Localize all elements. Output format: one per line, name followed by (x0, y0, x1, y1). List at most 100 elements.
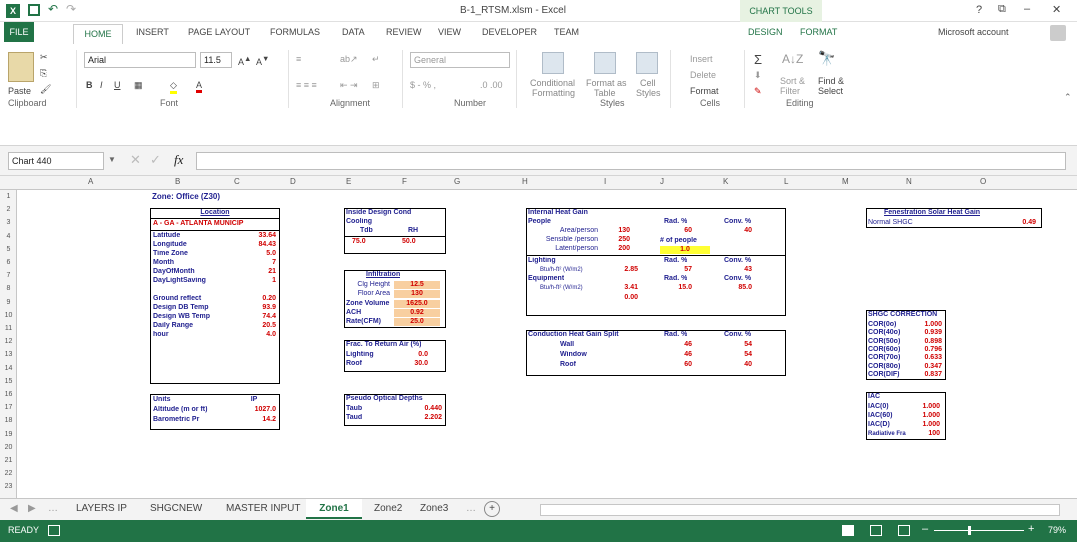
undo-icon[interactable]: ↶ (48, 2, 58, 16)
units-row-value[interactable]: IP (232, 396, 276, 404)
copy-icon[interactable]: ⎘ (40, 68, 47, 79)
row-header[interactable]: 21 (0, 457, 17, 464)
redo-icon[interactable]: ↷ (66, 2, 76, 16)
conduction-conv-value[interactable]: 54 (728, 351, 752, 359)
lighting-conv-value[interactable]: 43 (728, 266, 752, 274)
column-header[interactable]: B (175, 177, 180, 186)
location-row-value[interactable]: 93.9 (240, 304, 276, 312)
return-air-row-value[interactable]: 0.0 (400, 351, 428, 359)
column-header[interactable]: O (980, 177, 986, 186)
row-header[interactable]: 16 (0, 391, 17, 398)
conduction-rad-value[interactable]: 46 (668, 341, 692, 349)
location-row-value[interactable]: 5.0 (240, 250, 276, 258)
row-header[interactable]: 23 (0, 483, 17, 490)
iac-row-value[interactable]: 1.000 (912, 412, 940, 420)
macro-record-icon[interactable] (48, 525, 60, 536)
tab-home[interactable]: HOME (73, 24, 123, 44)
tab-formulas[interactable]: FORMULAS (270, 27, 320, 37)
help-button[interactable]: ? (976, 4, 982, 16)
conduction-conv-value[interactable]: 54 (728, 341, 752, 349)
bold-icon[interactable]: B (86, 80, 93, 90)
more-sheets-icon[interactable]: … (48, 503, 58, 514)
row-header[interactable]: 4 (0, 233, 17, 240)
format-as-table-label-2[interactable]: Table (594, 88, 616, 98)
row-header[interactable]: 20 (0, 444, 17, 451)
cancel-icon[interactable]: ✕ (130, 152, 141, 168)
underline-icon[interactable]: U (114, 80, 121, 90)
equipment-extra-value[interactable]: 0.00 (612, 294, 638, 302)
tab-data[interactable]: DATA (342, 27, 365, 37)
font-size-select[interactable]: 11.5 (200, 52, 232, 68)
zoom-slider[interactable] (934, 530, 1024, 531)
tab-page-layout[interactable]: PAGE LAYOUT (188, 27, 250, 37)
close-button[interactable]: ✕ (1052, 3, 1061, 16)
horizontal-scrollbar[interactable] (540, 504, 1060, 516)
ihg-row-value[interactable]: 250 (604, 236, 630, 244)
page-break-view-icon[interactable] (898, 525, 910, 536)
name-box[interactable]: Chart 440 (8, 152, 104, 170)
iac-row-value[interactable]: 1.000 (912, 421, 940, 429)
tab-view[interactable]: VIEW (438, 27, 461, 37)
cut-icon[interactable]: ✂ (40, 52, 48, 63)
tab-design[interactable]: DESIGN (748, 27, 783, 37)
num-people-value[interactable]: 1.0 (660, 246, 710, 254)
collapse-ribbon-icon[interactable]: ⌃ (1064, 92, 1072, 103)
zoom-level[interactable]: 79% (1048, 525, 1066, 535)
column-header[interactable]: E (346, 177, 351, 186)
conditional-formatting-label-2[interactable]: Formatting (532, 88, 575, 98)
name-box-dropdown-icon[interactable]: ▼ (108, 155, 116, 164)
shgc-row-value[interactable]: 1.000 (912, 321, 942, 329)
save-icon[interactable] (28, 4, 40, 16)
page-layout-view-icon[interactable] (870, 525, 882, 536)
tdb-value[interactable]: 75.0 (352, 238, 382, 246)
optical-row-value[interactable]: 2.202 (400, 414, 442, 422)
indent-icon[interactable]: ⇤ ⇥ (340, 80, 358, 91)
row-header[interactable]: 5 (0, 246, 17, 253)
new-sheet-icon[interactable]: + (484, 501, 500, 517)
row-header[interactable]: 7 (0, 272, 17, 279)
next-sheet-icon[interactable]: ▶ (28, 503, 36, 514)
people-conv-value[interactable]: 40 (728, 227, 752, 235)
location-row-value[interactable]: 21 (240, 268, 276, 276)
font-color-icon[interactable]: A (196, 80, 203, 93)
shgc-row-value[interactable]: 0.347 (912, 363, 942, 371)
format-as-table-icon[interactable] (594, 52, 616, 74)
equipment-value[interactable]: 3.41 (612, 284, 638, 292)
font-name-select[interactable]: Arial (84, 52, 196, 68)
column-header[interactable]: C (234, 177, 240, 186)
cell-styles-icon[interactable] (636, 52, 658, 74)
sheet-tab-master-input[interactable]: MASTER INPUT (226, 503, 300, 514)
zoom-slider-thumb[interactable] (968, 526, 971, 535)
column-header[interactable]: M (842, 177, 849, 186)
row-header[interactable]: 1 (0, 193, 17, 200)
sort-filter-label-2[interactable]: Filter (780, 86, 800, 96)
row-header[interactable]: 22 (0, 470, 17, 477)
italic-icon[interactable]: I (100, 80, 103, 90)
row-header[interactable]: 17 (0, 404, 17, 411)
row-header[interactable]: 8 (0, 285, 17, 292)
location-row-value[interactable]: 4.0 (240, 331, 276, 339)
row-header[interactable]: 2 (0, 206, 17, 213)
iac-row-value[interactable]: 100 (912, 430, 940, 438)
align-left-icon[interactable]: ≡ ≡ ≡ (296, 80, 317, 90)
clear-icon[interactable]: ✎ (754, 86, 762, 97)
find-select-button[interactable]: Find & (818, 76, 844, 86)
zoom-out-icon[interactable]: – (922, 523, 928, 535)
column-header[interactable]: K (723, 177, 728, 186)
sheet-tab-zone2[interactable]: Zone2 (374, 503, 402, 514)
rh-value[interactable]: 50.0 (402, 238, 432, 246)
units-row-value[interactable]: 1027.0 (232, 406, 276, 414)
merge-icon[interactable]: ⊞ (372, 80, 380, 91)
delete-cells-button[interactable]: Delete (690, 70, 716, 80)
location-row-value[interactable]: 84.43 (240, 241, 276, 249)
infiltration-row-value[interactable]: 12.5 (394, 281, 440, 289)
normal-shgc-value[interactable]: 0.49 (1000, 219, 1036, 227)
insert-function-icon[interactable]: fx (174, 152, 183, 168)
sheet-tab-zone1[interactable]: Zone1 (306, 499, 362, 519)
account-label[interactable]: Microsoft account (938, 27, 1009, 37)
row-header[interactable]: 11 (0, 325, 17, 332)
infiltration-row-value[interactable]: 130 (394, 290, 440, 299)
ribbon-display-button[interactable]: ⧉ (998, 3, 1006, 16)
shgc-row-value[interactable]: 0.939 (912, 329, 942, 337)
column-header[interactable]: L (784, 177, 788, 186)
